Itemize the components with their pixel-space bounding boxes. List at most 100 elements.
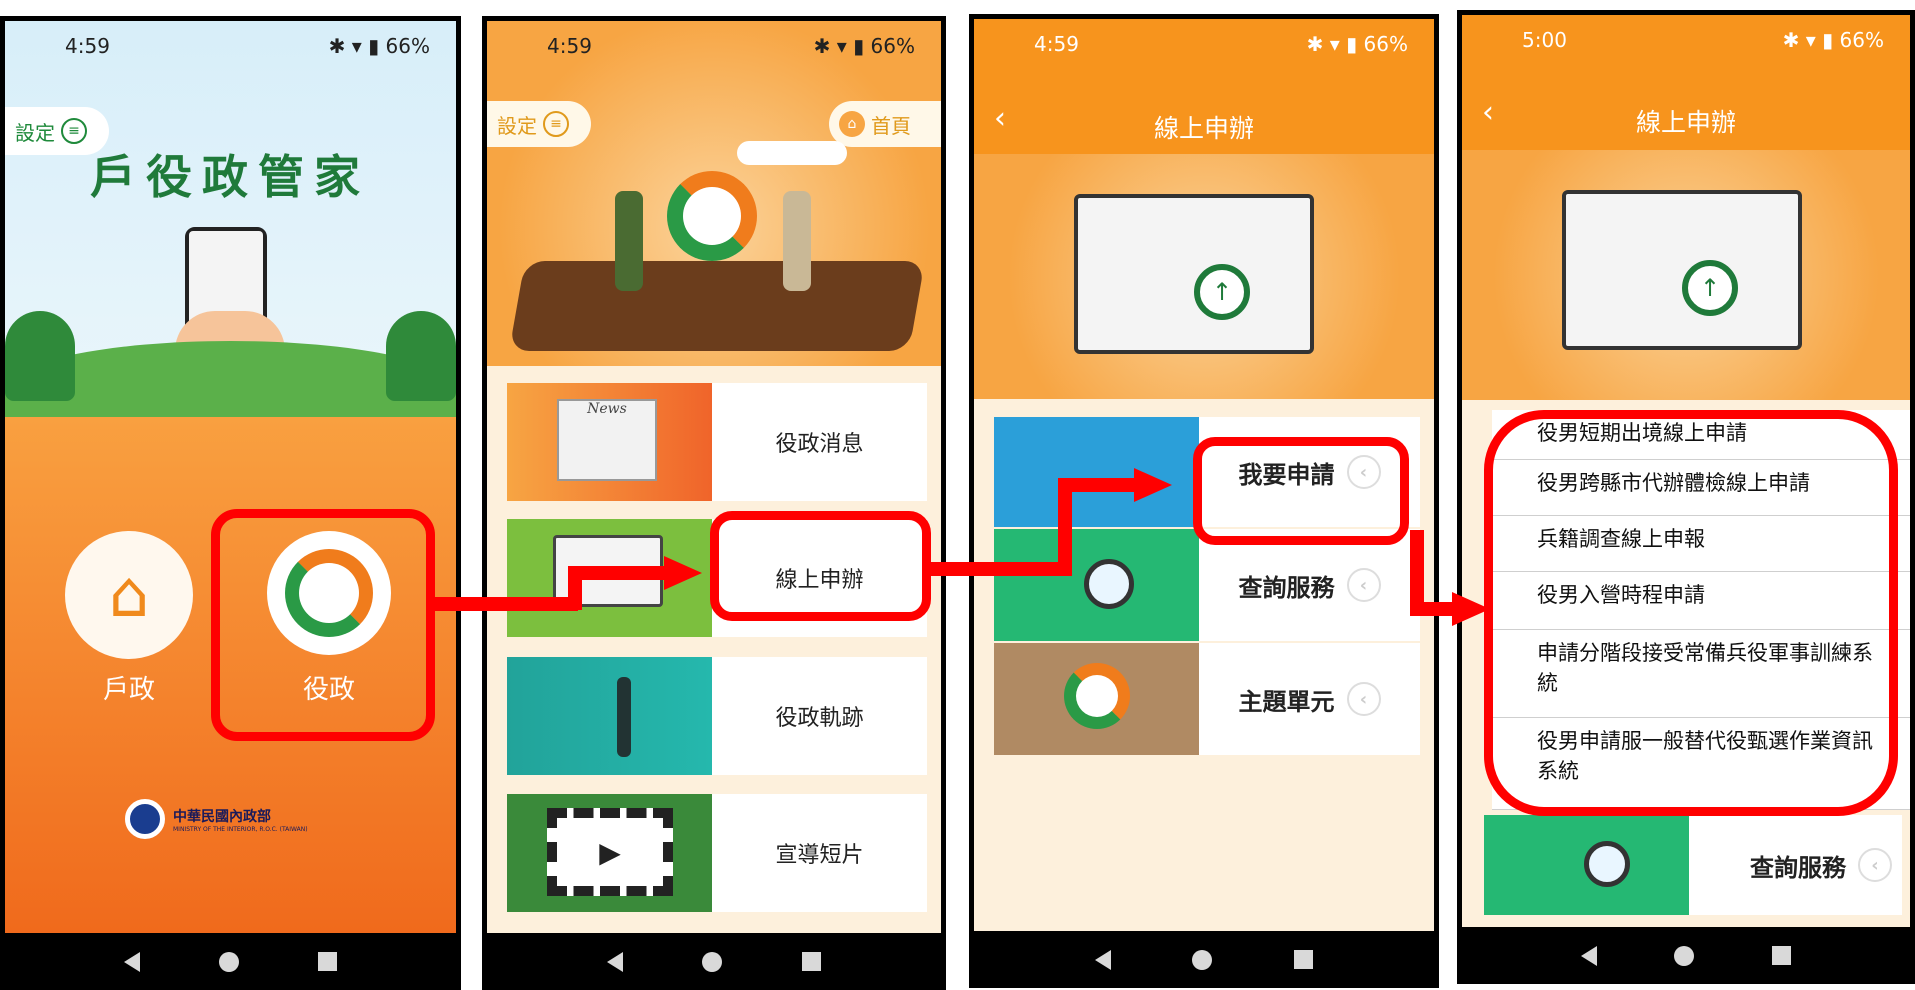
flow-arrow-2-head xyxy=(1134,468,1172,502)
home-screen: 4:59 ✱ ▾ ▮ 66% 設定 ≡ 戶役政管家 ⌂ 戶政 役政 中華民國內政… xyxy=(0,16,461,990)
home-label: 首頁 xyxy=(871,113,911,138)
walking-soldier-icon xyxy=(617,677,631,757)
menu-item-videos[interactable]: ▶ 宣導短片 xyxy=(507,794,927,912)
monitor-icon xyxy=(1562,190,1802,350)
menu-item-query[interactable]: 查詢服務 ‹ xyxy=(1484,815,1902,915)
online-application-highlight xyxy=(710,511,931,621)
signal-icon: ✱ ▾ ▮ xyxy=(1306,32,1364,56)
chevron-icon: ‹ xyxy=(1346,682,1381,716)
flow-arrow-2c xyxy=(1058,478,1138,492)
trees-illustration-right xyxy=(386,311,456,401)
settings-button[interactable]: 設定 ≡ xyxy=(487,101,591,147)
military-logo-icon xyxy=(667,171,757,261)
military-logo-icon xyxy=(1064,663,1130,729)
home-nav-icon[interactable] xyxy=(1674,945,1695,966)
flow-arrow-1-head xyxy=(664,556,702,590)
chevron-icon: ‹ xyxy=(1346,568,1381,602)
status-bar: 4:59 ✱ ▾ ▮ 66% xyxy=(974,19,1434,69)
menu-item-news[interactable]: News 役政消息 xyxy=(507,383,927,501)
recents-icon[interactable] xyxy=(802,952,822,971)
menu-icon: ≡ xyxy=(61,118,87,144)
status-time: 4:59 xyxy=(1034,32,1079,56)
home-button[interactable]: ⌂ 首頁 xyxy=(829,101,941,147)
status-time: 4:59 xyxy=(547,34,592,58)
ministry-name-text: 中華民國內政部 xyxy=(173,808,271,825)
settings-label: 設定 xyxy=(15,120,55,145)
home-nav-icon[interactable] xyxy=(702,951,723,972)
topics-thumbnail xyxy=(994,643,1199,755)
upload-icon: ↑ xyxy=(1194,264,1250,320)
battery-status: ✱ ▾ ▮ 66% xyxy=(814,34,915,58)
android-nav-bar xyxy=(1462,927,1910,984)
flow-arrow-2b xyxy=(1058,478,1072,576)
news-thumbnail: News xyxy=(507,383,712,501)
menu-label-wrap: 查詢服務 ‹ xyxy=(1689,815,1902,915)
magnifier-icon xyxy=(1584,841,1630,887)
back-icon[interactable] xyxy=(124,951,141,972)
page-title: 線上申辦 xyxy=(1153,114,1254,143)
monitor-icon xyxy=(1074,194,1314,354)
back-icon[interactable] xyxy=(606,951,623,972)
household-label: 戶政 xyxy=(103,675,156,705)
signal-icon: ✱ ▾ ▮ xyxy=(1782,28,1840,52)
battery-text: 66% xyxy=(385,34,430,58)
home-nav-icon[interactable] xyxy=(218,951,239,972)
ministry-name: 中華民國內政部 xyxy=(173,806,308,826)
chevron-icon: ‹ xyxy=(1858,848,1892,882)
battery-status: ✱ ▾ ▮ 66% xyxy=(1783,28,1884,52)
flow-arrow-3b xyxy=(1410,602,1456,616)
menu-label-wrap: 主題單元 ‹ xyxy=(1199,643,1420,755)
video-thumbnail: ▶ xyxy=(507,794,712,912)
status-time: 4:59 xyxy=(65,34,110,58)
airplane-illustration xyxy=(737,141,847,165)
app-title: 戶役政管家 xyxy=(90,150,370,204)
apply-list-screen: 5:00 ✱ ▾ ▮ 66% ‹ 線上申辦 ↑ 役男短期出境線上申請 役男跨縣市… xyxy=(1457,10,1915,984)
status-time: 5:00 xyxy=(1522,28,1567,52)
status-bar: 4:59 ✱ ▾ ▮ 66% xyxy=(487,21,941,71)
android-nav-bar xyxy=(487,933,941,990)
battery-text: 66% xyxy=(1363,32,1408,56)
soldier-illustration xyxy=(615,191,643,291)
battery-status: ✱ ▾ ▮ 66% xyxy=(1307,32,1408,56)
menu-item-track[interactable]: 役政軌跡 xyxy=(507,657,927,775)
ministry-en: MINISTRY OF THE INTERIOR, R.O.C. (TAIWAN… xyxy=(173,825,308,833)
settings-label: 設定 xyxy=(497,113,537,138)
back-icon[interactable] xyxy=(1580,945,1597,966)
ministry-emblem-icon xyxy=(125,799,165,839)
recents-icon[interactable] xyxy=(1772,946,1792,965)
battery-status: ✱ ▾ ▮ 66% xyxy=(329,34,430,58)
signal-icon: ✱ ▾ ▮ xyxy=(328,34,386,58)
magnifier-icon xyxy=(1084,559,1134,609)
newspaper-icon: News xyxy=(557,399,657,481)
header-illustration: ↑ xyxy=(1462,150,1910,400)
back-icon[interactable] xyxy=(1094,949,1111,970)
status-bar: 5:00 ✱ ▾ ▮ 66% xyxy=(1462,15,1910,65)
online-application-screen: 4:59 ✱ ▾ ▮ 66% ‹ 線上申辦 ↑ 我要申請 ‹ 查詢服務 ‹ 主題單元… xyxy=(969,14,1439,988)
military-button-highlight xyxy=(211,509,435,741)
menu-label: 查詢服務 xyxy=(1750,853,1846,882)
header-illustration: ↑ xyxy=(974,154,1434,399)
page-title: 線上申辦 xyxy=(1635,108,1736,137)
home-icon: ⌂ xyxy=(839,111,865,137)
flow-arrow-3-head xyxy=(1452,592,1490,626)
query-thumbnail xyxy=(994,529,1199,641)
apply-highlight xyxy=(1193,437,1409,545)
flow-arrow-1c xyxy=(568,566,668,580)
menu-item-topics[interactable]: 主題單元 ‹ xyxy=(994,643,1420,755)
flow-arrow-1 xyxy=(428,597,578,611)
track-thumbnail xyxy=(507,657,712,775)
home-nav-icon[interactable] xyxy=(1192,949,1213,970)
recents-icon[interactable] xyxy=(1294,950,1314,969)
battery-text: 66% xyxy=(1839,28,1884,52)
upload-icon: ↑ xyxy=(1682,260,1738,316)
android-nav-bar xyxy=(5,933,456,990)
household-icon: ⌂ xyxy=(108,558,150,632)
menu-icon: ≡ xyxy=(543,111,569,137)
ministry-footer: 中華民國內政部 MINISTRY OF THE INTERIOR, R.O.C.… xyxy=(125,799,308,839)
menu-label: 主題單元 xyxy=(1238,687,1335,716)
recents-icon[interactable] xyxy=(317,952,337,971)
menu-label-wrap: 查詢服務 ‹ xyxy=(1199,529,1420,641)
menu-label: 役政消息 xyxy=(775,432,864,457)
household-button[interactable]: ⌂ xyxy=(65,531,193,659)
menu-label: 查詢服務 xyxy=(1238,573,1335,602)
